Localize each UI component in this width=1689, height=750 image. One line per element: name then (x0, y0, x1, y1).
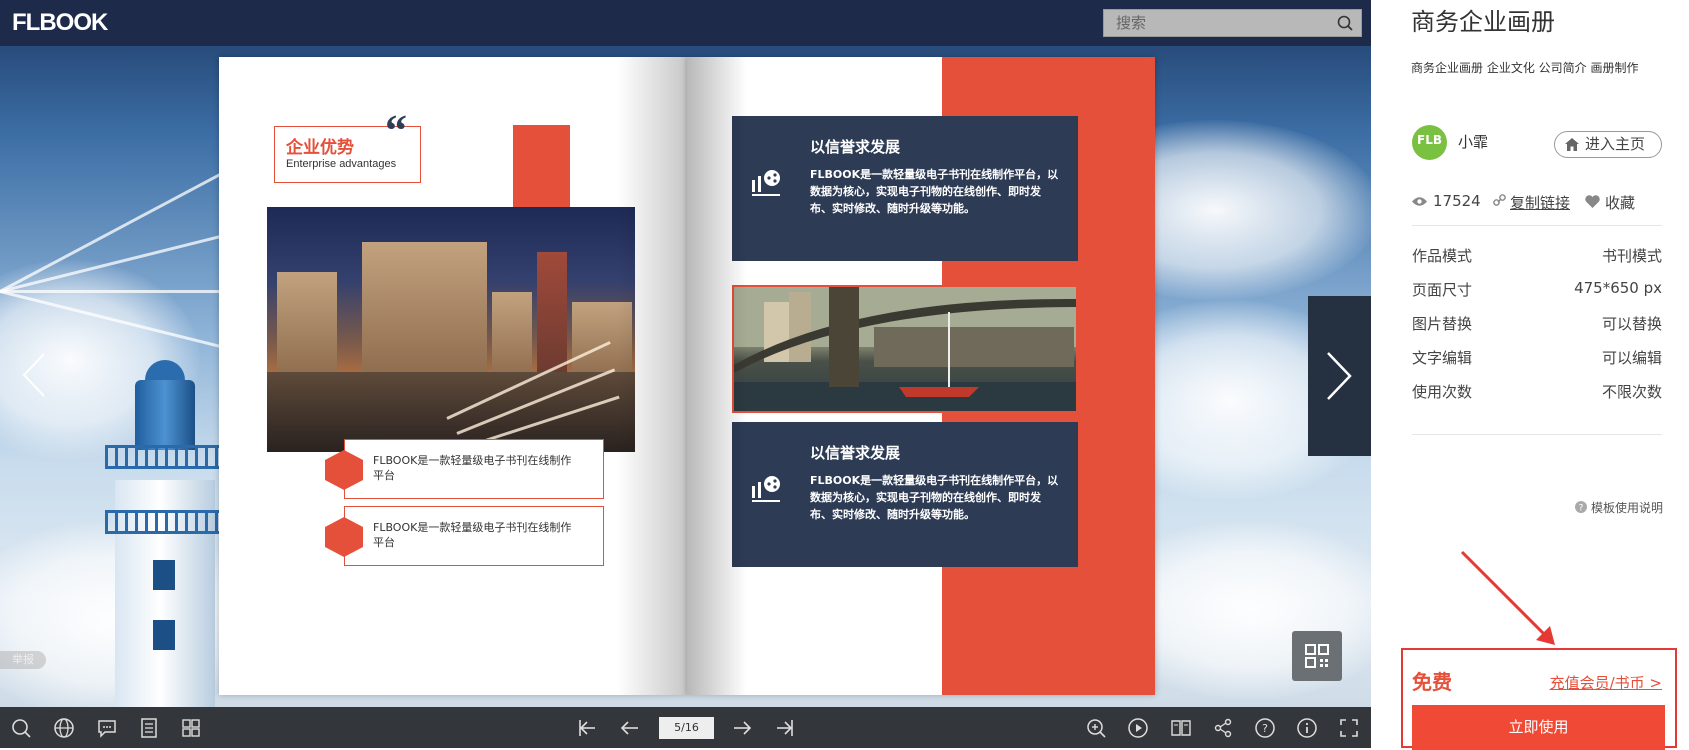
card-title: 以信誉求发展 (810, 138, 901, 156)
chevron-right-icon (1327, 352, 1352, 400)
price-label: 免费 (1412, 670, 1452, 694)
last-page-icon[interactable] (774, 717, 796, 739)
card-text: FLBOOK是一款轻量级电子书刊在线制作平台，以数据为核心，实现电子刊物的在线创… (810, 474, 1059, 521)
eye-icon (1412, 197, 1427, 206)
feature-item: FLBOOK是一款轻量级电子书刊在线制作平台 (325, 439, 604, 499)
template-help-label: 模板使用说明 (1590, 501, 1663, 515)
quote-mark-icon: “ (385, 106, 407, 155)
info-value: 不限次数 (1601, 383, 1662, 401)
visit-homepage-label: 进入主页 (1585, 135, 1646, 153)
use-now-button[interactable]: 立即使用 (1412, 705, 1665, 750)
favorite-button[interactable]: 收藏 (1605, 192, 1635, 213)
info-value: 可以编辑 (1601, 349, 1662, 367)
template-tags: 商务企业画册 企业文化 公司简介 画册制作 (1411, 61, 1639, 75)
divider (1412, 225, 1662, 226)
fullscreen-icon[interactable] (1338, 717, 1360, 739)
autoplay-icon[interactable] (1127, 717, 1149, 739)
book-spread: 企业优势 Enterprise advantages “ FLBOOK是一款轻量… (219, 57, 1155, 695)
svg-text:?: ? (1579, 504, 1584, 514)
previous-page-icon[interactable] (619, 717, 641, 739)
single-double-page-icon[interactable] (1170, 717, 1192, 739)
info-value: 475*650 px (1574, 279, 1662, 297)
next-page-button[interactable] (1308, 296, 1371, 456)
info-key: 作品模式 (1412, 247, 1473, 265)
info-key: 文字编辑 (1412, 349, 1473, 367)
chart-share-icon (752, 476, 780, 502)
bridge-photo (732, 285, 1078, 413)
template-help-link[interactable]: ? 模板使用说明 (1574, 499, 1663, 516)
info-key: 页面尺寸 (1412, 281, 1473, 299)
table-of-contents-icon[interactable] (138, 717, 160, 739)
city-night-photo (267, 207, 635, 452)
flbook-logo[interactable]: FLBOOK (12, 8, 108, 38)
section-subtitle: Enterprise advantages (286, 158, 397, 170)
zoom-in-icon[interactable] (1085, 717, 1107, 739)
search-icon[interactable] (1337, 15, 1353, 31)
feature-item: FLBOOK是一款轻量级电子书刊在线制作平台 (325, 506, 604, 566)
next-page-icon[interactable] (731, 717, 753, 739)
info-value: 可以替换 (1601, 315, 1662, 333)
bottom-toolbar: 5/16 ? (0, 707, 1371, 748)
visit-homepage-button[interactable]: 进入主页 (1554, 131, 1662, 158)
info-row: 页面尺寸 475*650 px (1412, 279, 1662, 303)
page-indicator[interactable]: 5/16 (659, 717, 714, 739)
info-key: 图片替换 (1412, 315, 1473, 333)
help-icon[interactable]: ? (1254, 717, 1276, 739)
info-row: 使用次数 不限次数 (1412, 381, 1662, 405)
info-key: 使用次数 (1412, 383, 1473, 401)
info-icon[interactable] (1296, 717, 1318, 739)
info-card: 以信誉求发展 FLBOOK是一款轻量级电子书刊在线制作平台，以数据为核心，实现电… (732, 422, 1078, 567)
pricing-box: 免费 充值会员/书币 > 立即使用 (1401, 648, 1677, 750)
search-box[interactable] (1103, 9, 1362, 37)
previous-page-arrow[interactable] (14, 350, 54, 400)
section-title: 企业优势 (286, 138, 354, 158)
info-row: 图片替换 可以替换 (1412, 313, 1662, 337)
recharge-link[interactable]: 充值会员/书币 > (1550, 672, 1662, 693)
first-page-icon[interactable] (576, 717, 598, 739)
lighthouse-image (105, 360, 225, 720)
link-icon (1493, 194, 1506, 206)
feature-text: FLBOOK是一款轻量级电子书刊在线制作平台 (373, 521, 572, 549)
heart-icon[interactable] (1585, 195, 1600, 208)
copy-link-button[interactable]: 复制链接 (1510, 192, 1570, 213)
divider (1412, 434, 1662, 435)
home-icon (1565, 138, 1579, 151)
pie-chart-icon (325, 517, 363, 557)
pie-chart-icon (325, 450, 363, 490)
top-bar: FLBOOK (0, 0, 1371, 46)
annotation-arrow (1460, 550, 1555, 645)
view-count: 17524 (1433, 192, 1481, 210)
thumbnails-icon[interactable] (180, 717, 202, 739)
avatar[interactable]: FLB (1412, 125, 1447, 160)
card-text: FLBOOK是一款轻量级电子书刊在线制作平台，以数据为核心，实现电子刊物的在线创… (810, 168, 1059, 215)
left-page[interactable]: 企业优势 Enterprise advantages “ FLBOOK是一款轻量… (219, 57, 687, 695)
info-row: 作品模式 书刊模式 (1412, 245, 1662, 269)
info-row: 文字编辑 可以编辑 (1412, 347, 1662, 371)
info-value: 书刊模式 (1601, 247, 1662, 265)
qr-code-button[interactable] (1292, 631, 1342, 681)
svg-text:?: ? (1262, 722, 1268, 735)
feature-text: FLBOOK是一款轻量级电子书刊在线制作平台 (373, 454, 572, 482)
author-name[interactable]: 小霏 (1458, 131, 1488, 152)
flipbook-viewer: FLBOOK 企业优势 Enterprise advantages “ (0, 0, 1371, 748)
search-icon[interactable] (10, 717, 32, 739)
report-link[interactable]: 举报 (0, 651, 46, 669)
comment-icon[interactable] (96, 717, 118, 739)
share-icon[interactable] (1212, 717, 1234, 739)
template-title: 商务企业画册 (1411, 8, 1555, 36)
qr-code-icon (1305, 644, 1329, 668)
chart-share-icon (752, 170, 780, 196)
info-card: 以信誉求发展 FLBOOK是一款轻量级电子书刊在线制作平台，以数据为核心，实现电… (732, 116, 1078, 261)
search-input[interactable] (1104, 10, 1348, 36)
right-page[interactable]: 以信誉求发展 FLBOOK是一款轻量级电子书刊在线制作平台，以数据为核心，实现电… (687, 57, 1155, 695)
globe-icon[interactable] (53, 717, 75, 739)
question-icon: ? (1574, 501, 1587, 514)
card-title: 以信誉求发展 (810, 444, 901, 462)
